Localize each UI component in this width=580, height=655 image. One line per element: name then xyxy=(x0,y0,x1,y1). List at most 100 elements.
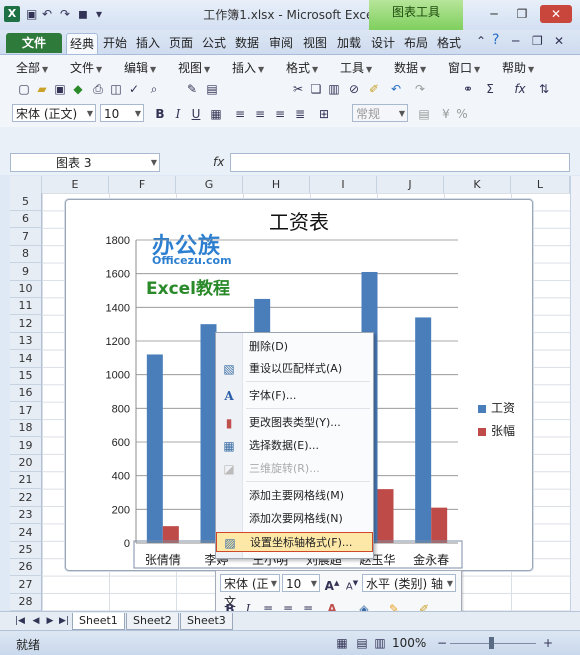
bold-icon[interactable]: B xyxy=(152,106,168,122)
tab-data[interactable]: 数据 xyxy=(232,33,262,53)
zoom-in-icon[interactable]: + xyxy=(540,635,556,651)
normal-view-icon[interactable]: ▦ xyxy=(334,635,350,651)
tab-file[interactable]: 文件 xyxy=(6,33,62,53)
tab-insert[interactable]: 插入 xyxy=(133,33,163,53)
row-header-cell[interactable]: 7 xyxy=(10,227,42,246)
legend-item-salary[interactable]: 工资 xyxy=(478,399,515,416)
bar-increase[interactable] xyxy=(162,526,179,543)
formula-input[interactable] xyxy=(230,153,570,172)
name-box[interactable]: 图表 3 ▼ xyxy=(10,153,160,172)
menu-item-delete[interactable]: 删除(D) xyxy=(216,337,373,357)
column-header-cell[interactable]: J xyxy=(377,176,444,193)
align-left-icon[interactable]: ≡ xyxy=(232,106,248,122)
paste-icon[interactable]: ▤ xyxy=(204,81,220,97)
print-preview-icon[interactable]: ◫ xyxy=(108,81,124,97)
y-tick-label[interactable]: 800 xyxy=(112,403,130,415)
mini-font-size-select[interactable]: 10 ▼ xyxy=(282,574,320,592)
close-icon[interactable]: ✕ xyxy=(540,5,572,23)
collapse-ribbon-icon[interactable]: ⌃ xyxy=(476,34,486,48)
format-brush-icon[interactable]: ✐ xyxy=(366,81,382,97)
row-header-cell[interactable]: 5 xyxy=(10,193,42,211)
x-tick-label[interactable]: 金永春 xyxy=(413,552,449,567)
column-header-cell[interactable]: H xyxy=(243,176,310,193)
underline-icon[interactable]: U xyxy=(188,106,204,122)
menu-item-change-chart-type[interactable]: ▮ 更改图表类型(Y)... xyxy=(216,413,373,433)
sheet-tab-3[interactable]: Sheet3 xyxy=(180,613,233,630)
cut-icon[interactable]: ✂ xyxy=(290,81,306,97)
y-tick-label[interactable]: 200 xyxy=(112,504,130,516)
column-header-cell[interactable]: E xyxy=(42,176,109,193)
column-header-cell[interactable]: K xyxy=(444,176,511,193)
y-tick-label[interactable]: 1800 xyxy=(106,235,130,247)
sheet-tab-2[interactable]: Sheet2 xyxy=(126,613,179,630)
menu-all[interactable]: 全部 ▼ xyxy=(16,59,48,76)
autosum-icon[interactable]: Σ xyxy=(482,81,498,97)
minimize-icon[interactable]: ─ xyxy=(482,5,506,23)
column-header-cell[interactable]: G xyxy=(176,176,243,193)
row-header-cell[interactable]: 20 xyxy=(10,454,42,472)
sort-ascending-icon[interactable]: ⇅ xyxy=(536,81,552,97)
hyperlink-icon[interactable]: ⚭ xyxy=(460,81,476,97)
restore-icon[interactable]: ❐ xyxy=(510,5,534,23)
font-name-select[interactable]: 宋体 (正文) ▼ xyxy=(12,104,96,122)
menu-help[interactable]: 帮助 ▼ xyxy=(502,59,534,76)
page-layout-icon[interactable]: ▤ xyxy=(354,635,370,651)
column-header-cell[interactable]: L xyxy=(511,176,570,193)
redo-icon[interactable]: ↷ xyxy=(412,81,428,97)
copy-icon[interactable]: ❏ xyxy=(308,81,324,97)
row-header-cell[interactable]: 16 xyxy=(10,384,42,403)
function-icon[interactable]: fx xyxy=(512,81,528,97)
undo-icon[interactable]: ↶ xyxy=(388,81,404,97)
row-header-cell[interactable]: 11 xyxy=(10,297,42,316)
merge-center-icon[interactable]: ⊞ xyxy=(316,106,332,122)
column-header-cell[interactable]: I xyxy=(310,176,377,193)
wb-minimize-icon[interactable]: ─ xyxy=(512,34,519,48)
row-header-cell[interactable]: 19 xyxy=(10,436,42,455)
row-header-cell[interactable]: 14 xyxy=(10,349,42,368)
italic-icon[interactable]: I xyxy=(170,106,186,122)
menu-edit[interactable]: 编辑 ▼ xyxy=(124,59,156,76)
help-icon[interactable]: ? xyxy=(492,32,499,48)
menu-item-reset-style[interactable]: ▧ 重设以匹配样式(A) xyxy=(216,359,373,379)
menu-item-add-major-gridlines[interactable]: 添加主要网格线(M) xyxy=(216,486,373,506)
row-header-cell[interactable]: 17 xyxy=(10,401,42,420)
sheet-tab-1[interactable]: Sheet1 xyxy=(72,613,125,630)
zoom-slider-thumb[interactable] xyxy=(489,637,494,649)
menu-view[interactable]: 视图 ▼ xyxy=(178,59,210,76)
row-header-cell[interactable]: 10 xyxy=(10,280,42,298)
row-header-cell[interactable]: 21 xyxy=(10,471,42,490)
menu-tools[interactable]: 工具 ▼ xyxy=(340,59,372,76)
row-header-cell[interactable]: 25 xyxy=(10,541,42,559)
row-header-cell[interactable]: 23 xyxy=(10,506,42,525)
page-break-icon[interactable]: ▥ xyxy=(372,635,388,651)
bar-increase[interactable] xyxy=(431,507,448,543)
print-icon[interactable]: ⎙ xyxy=(90,81,106,97)
row-header-cell[interactable]: 12 xyxy=(10,314,42,333)
menu-format[interactable]: 格式 ▼ xyxy=(286,59,318,76)
menu-file[interactable]: 文件 ▼ xyxy=(70,59,102,76)
font-size-select[interactable]: 10 ▼ xyxy=(100,104,144,122)
grow-font-icon[interactable]: A▲ xyxy=(324,575,340,593)
tab-review[interactable]: 审阅 xyxy=(266,33,296,53)
shrink-font-icon[interactable]: A▼ xyxy=(344,575,360,592)
tab-page[interactable]: 页面 xyxy=(166,33,196,53)
y-tick-label[interactable]: 0 xyxy=(124,538,130,550)
tab-addins[interactable]: 加载 xyxy=(334,33,364,53)
new-icon[interactable]: ▢ xyxy=(16,81,32,97)
legend-item-increase[interactable]: 张幅 xyxy=(478,422,515,439)
last-sheet-icon[interactable]: ▶| xyxy=(56,613,72,629)
tab-format[interactable]: 格式 xyxy=(434,33,464,53)
row-header-cell[interactable]: 8 xyxy=(10,245,42,264)
menu-item-format-axis[interactable]: ▨ 设置坐标轴格式(F)... xyxy=(216,532,373,552)
menu-item-font[interactable]: A 字体(F)... xyxy=(216,386,373,406)
tab-view[interactable]: 视图 xyxy=(300,33,330,53)
open-icon[interactable]: ▰ xyxy=(34,81,50,97)
y-tick-label[interactable]: 1000 xyxy=(106,370,130,382)
row-header-cell[interactable]: 28 xyxy=(10,593,42,612)
align-right-icon[interactable]: ≡ xyxy=(272,106,288,122)
chart-element-select[interactable]: 水平 (类别) 轴 ▼ xyxy=(362,574,456,592)
number-format-select[interactable]: 常规 ▼ xyxy=(352,104,408,122)
row-header-cell[interactable]: 15 xyxy=(10,367,42,385)
paste-special-icon[interactable]: ▥ xyxy=(326,81,342,97)
permission-icon[interactable]: ◆ xyxy=(70,81,86,97)
